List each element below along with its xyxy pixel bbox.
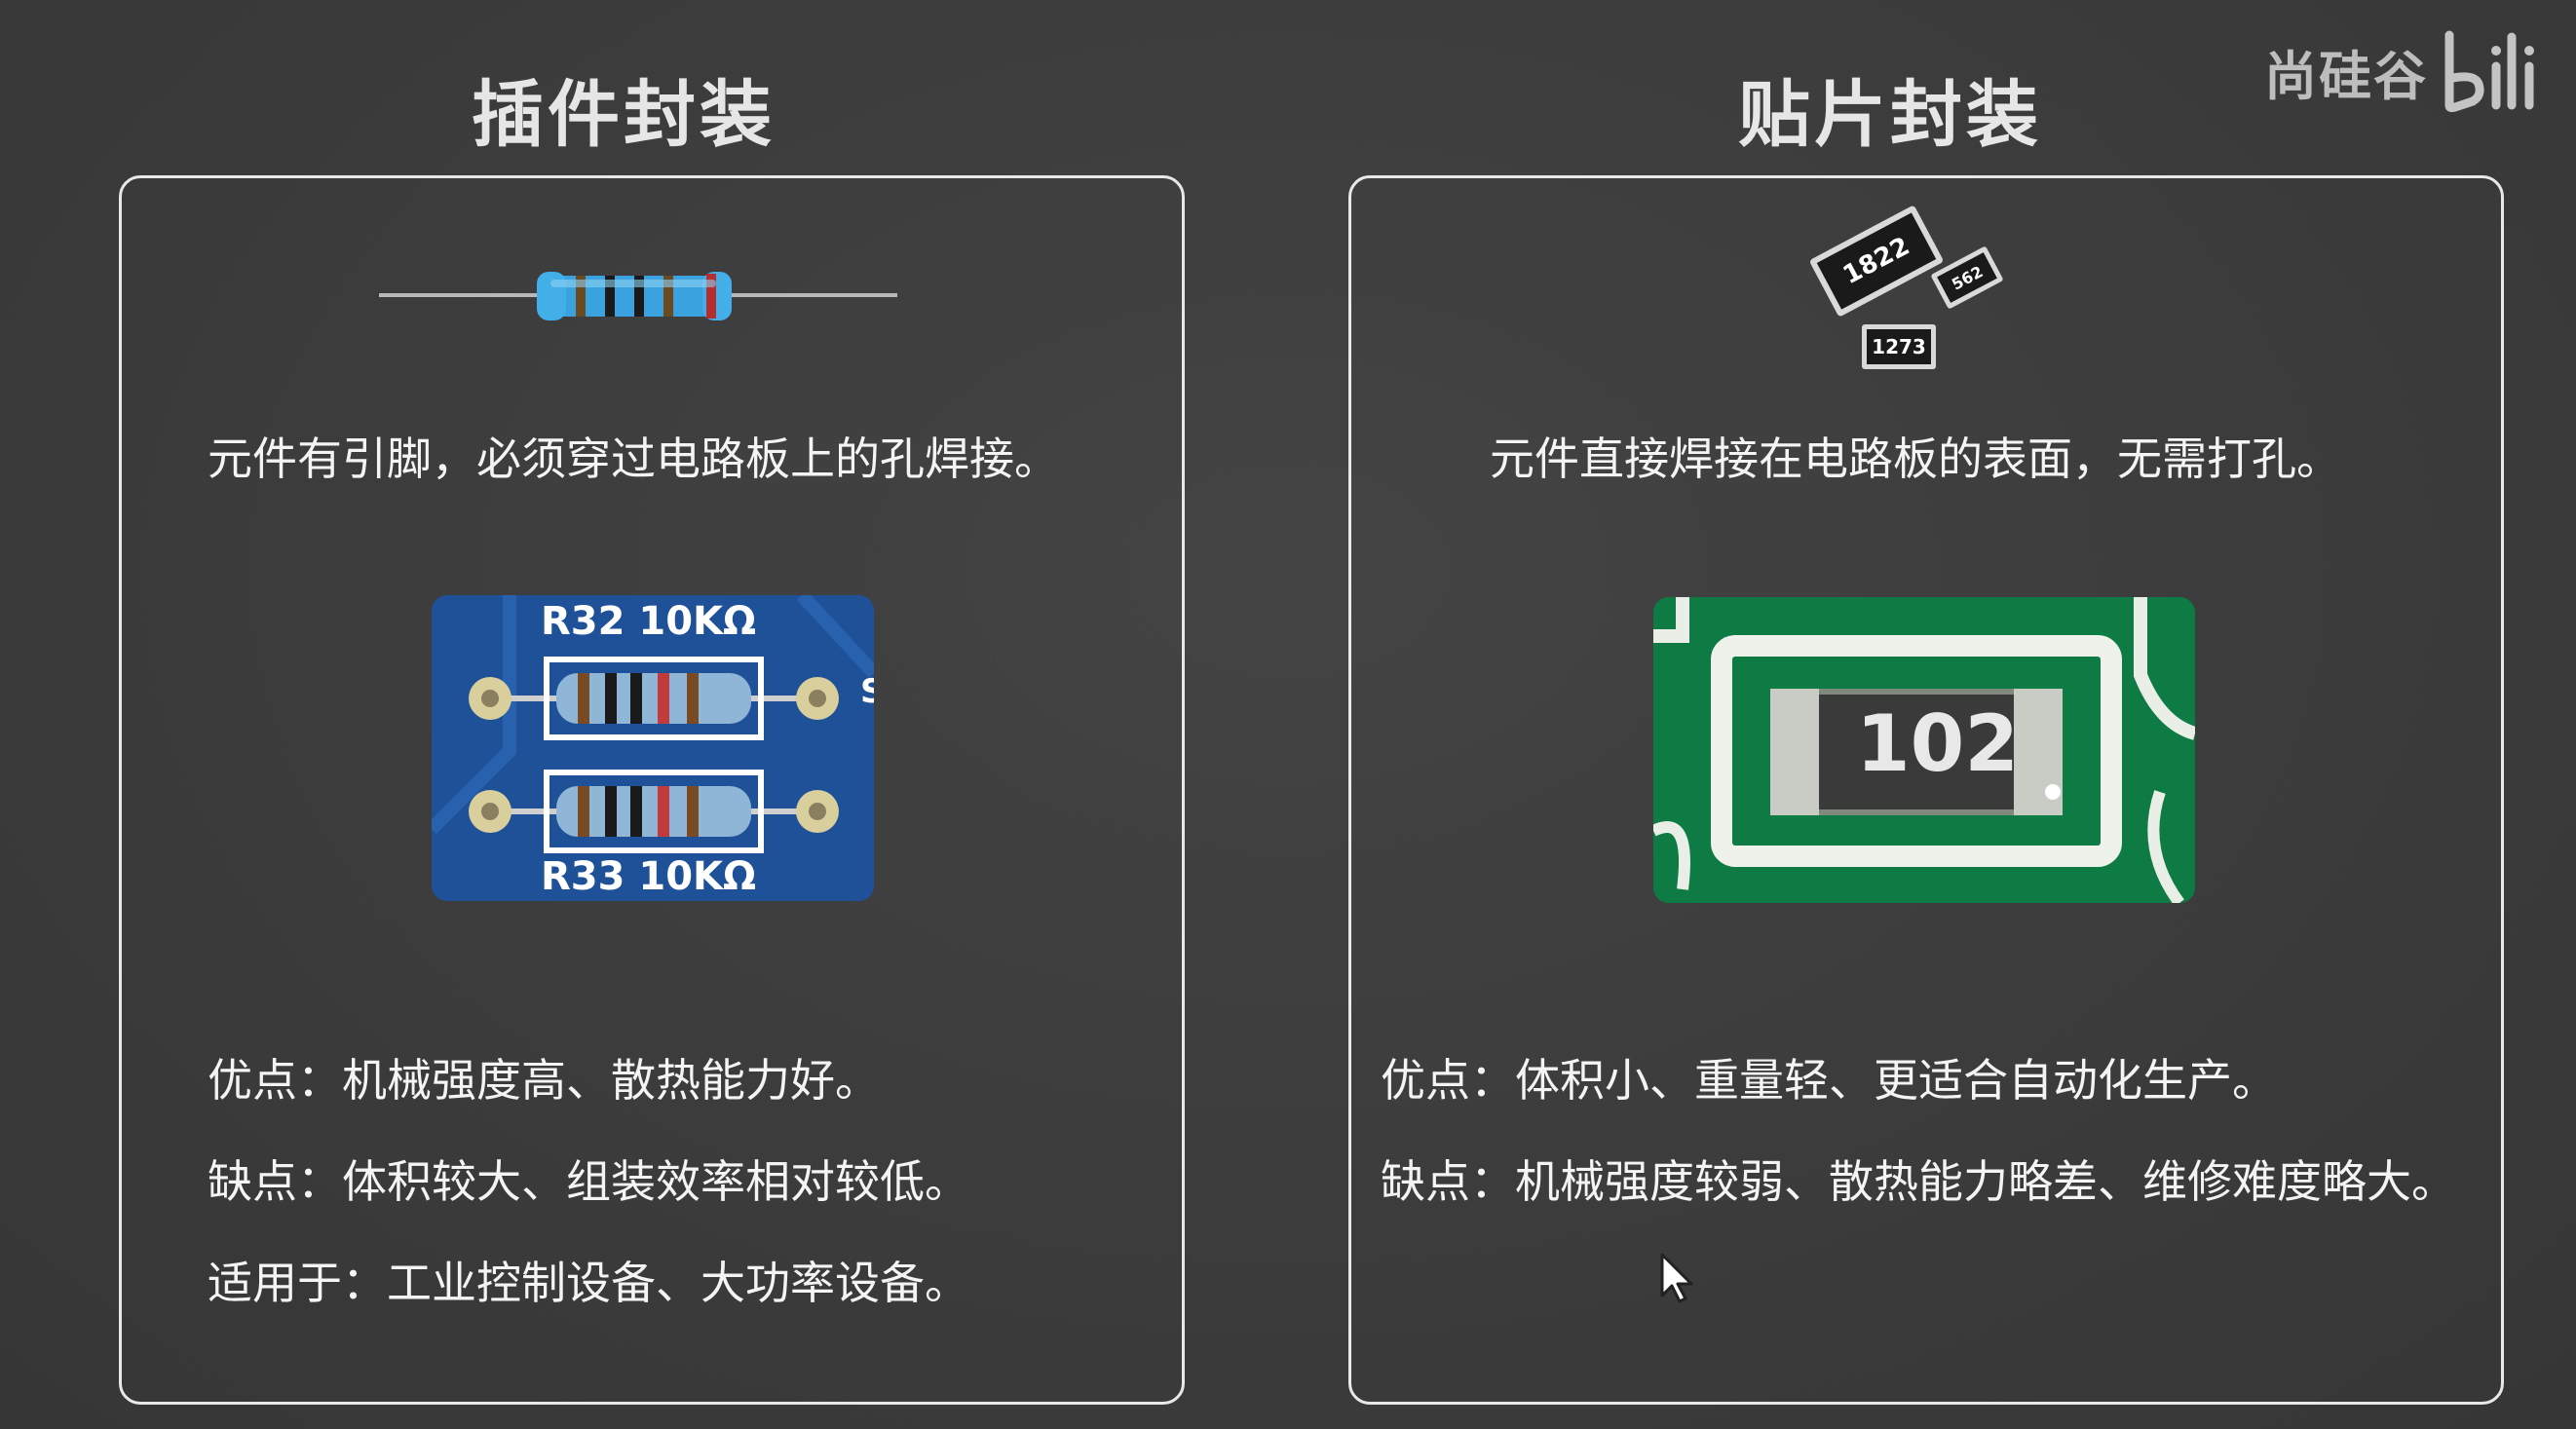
through-hole-cons: 缺点：体积较大、组装效率相对较低。 xyxy=(208,1155,969,1208)
axial-resistor-image xyxy=(379,272,897,320)
smd-chip-large-code: 1822 xyxy=(1838,231,1914,291)
smd-pros: 优点：体积小、重量轻、更适合自动化生产。 xyxy=(1381,1054,2277,1107)
pcb-label-r33: R33 10KΩ xyxy=(541,854,757,899)
mouse-cursor-icon xyxy=(1660,1253,1693,1303)
left-column-title: 插件封装 xyxy=(472,73,776,157)
smd-chip-medium: 1273 xyxy=(1862,324,1936,369)
slide: 尚硅谷 插件封装 贴片封装 元件有引脚，必须穿过电路板上的孔焊接。 S R32 … xyxy=(0,0,2576,1429)
smd-chip-small: 562 xyxy=(1930,245,2004,310)
through-hole-description: 元件有引脚，必须穿过电路板上的孔焊接。 xyxy=(208,432,1059,485)
smd-cons: 缺点：机械强度较弱、散热能力略差、维修难度略大。 xyxy=(1381,1155,2456,1208)
smd-pcb-photo: 102 xyxy=(1653,597,2195,903)
smd-card: 1822 562 1273 元件直接焊接在电路板的表面，无需打孔。 102 优点… xyxy=(1348,175,2504,1405)
pcb-chip-code: 102 xyxy=(1856,698,2019,789)
smd-chips-image: 1822 562 1273 xyxy=(1799,205,2014,383)
watermark: 尚硅谷 xyxy=(2264,27,2547,115)
right-column-title: 贴片封装 xyxy=(1738,73,2042,157)
svg-text:S: S xyxy=(860,672,874,711)
smd-chip-small-code: 562 xyxy=(1948,261,1987,294)
through-hole-pcb-photo: S R32 10KΩ R33 10KΩ xyxy=(432,595,874,901)
pcb-label-r32: R32 10KΩ xyxy=(541,599,757,644)
through-hole-card: 元件有引脚，必须穿过电路板上的孔焊接。 S R32 10KΩ R33 10KΩ … xyxy=(119,175,1185,1405)
watermark-text: 尚硅谷 xyxy=(2264,45,2428,107)
smd-description: 元件直接焊接在电路板的表面，无需打孔。 xyxy=(1490,432,2341,485)
through-hole-usage: 适用于：工业控制设备、大功率设备。 xyxy=(208,1257,969,1309)
smd-chip-medium-code: 1273 xyxy=(1872,335,1926,358)
smd-chip-large: 1822 xyxy=(1808,205,1945,318)
through-hole-pros: 优点：机械强度高、散热能力好。 xyxy=(208,1054,880,1107)
bilibili-logo-icon xyxy=(2444,30,2534,113)
